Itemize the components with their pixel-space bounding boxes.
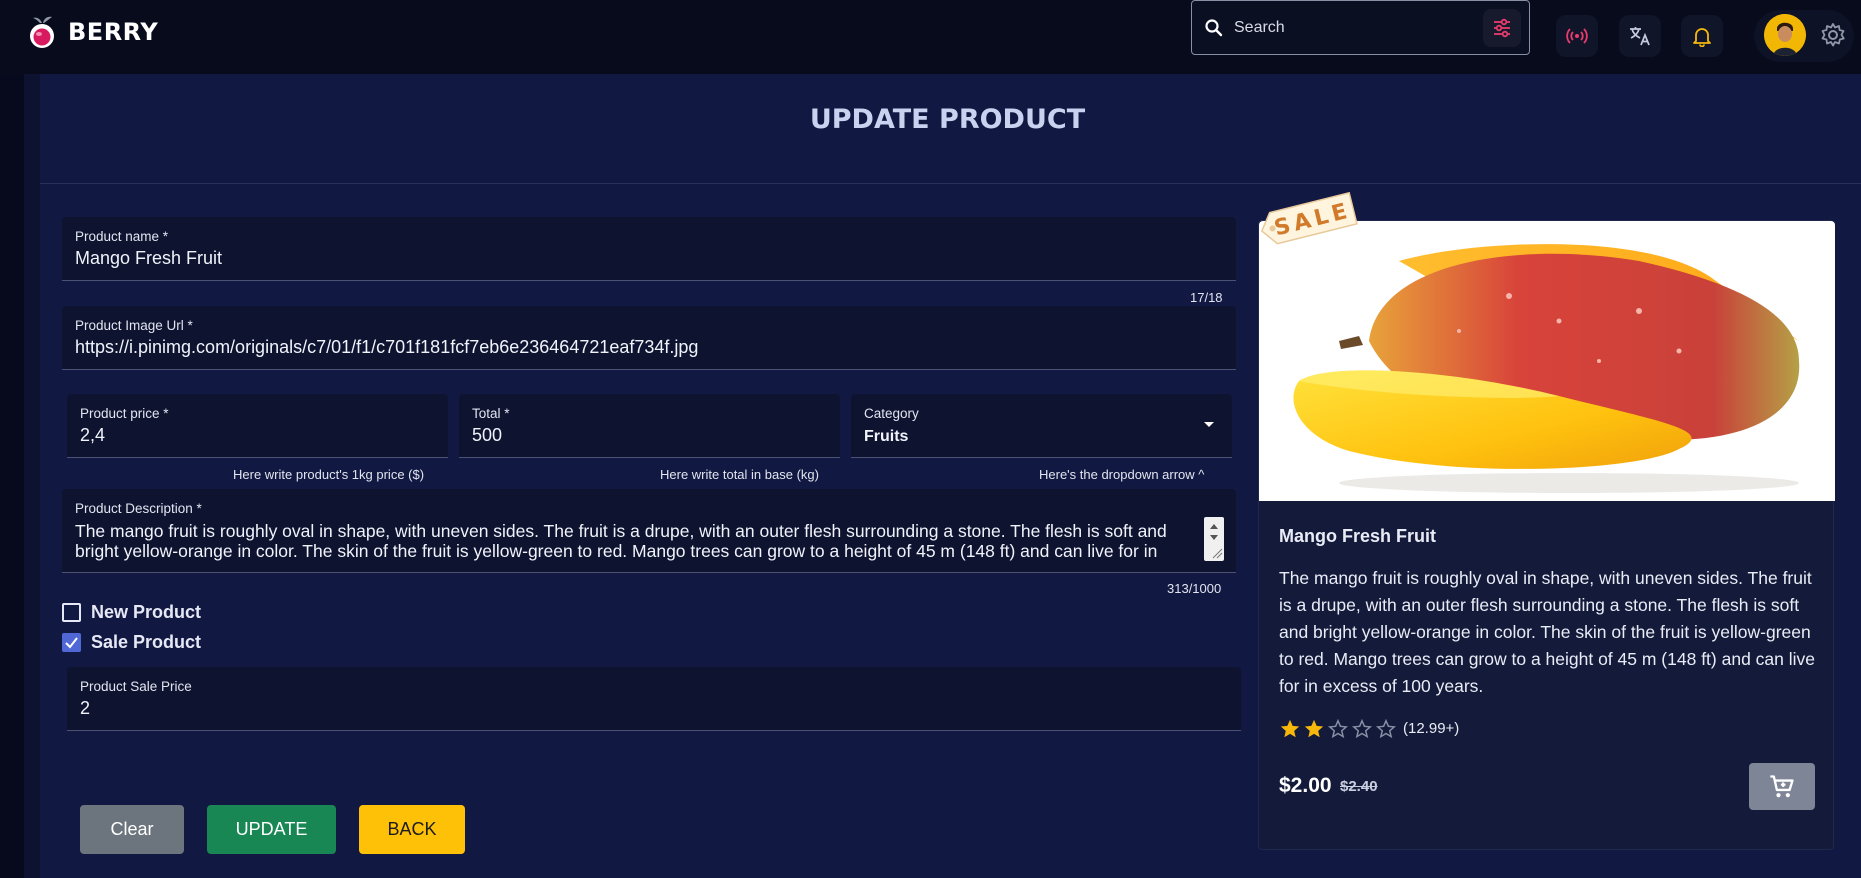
category-label: Category <box>864 406 919 421</box>
search-box[interactable] <box>1191 0 1530 55</box>
product-name-field[interactable]: Product name * Mango Fresh Fruit <box>62 217 1236 281</box>
category-select[interactable]: Category Fruits <box>851 394 1232 458</box>
card-title: Mango Fresh Fruit <box>1279 526 1436 546</box>
brand[interactable]: BERRY <box>26 14 158 50</box>
notifications-button[interactable] <box>1681 15 1723 57</box>
bell-icon <box>1693 28 1711 47</box>
description-scrollbar[interactable] <box>1204 517 1224 561</box>
total-value: 500 <box>472 425 503 445</box>
broadcast-icon <box>1566 28 1588 44</box>
card-description: The mango fruit is roughly oval in shape… <box>1279 568 1815 696</box>
cart-icon <box>1770 774 1794 797</box>
total-label: Total * <box>472 406 510 421</box>
language-button[interactable] <box>1619 15 1661 57</box>
new-product-label: New Product <box>91 602 202 622</box>
update-button[interactable]: UPDATE <box>207 805 336 854</box>
star-empty-icon <box>1327 718 1349 739</box>
sale-price-value: 2 <box>80 698 91 718</box>
avatar[interactable] <box>1764 14 1806 56</box>
total-helper: Here write total in base (kg) <box>660 467 819 482</box>
total-field[interactable]: Total * 500 <box>459 394 840 458</box>
tune-icon <box>1494 18 1510 38</box>
sale-product-checkbox[interactable] <box>62 633 81 652</box>
sidebar-strip <box>24 74 40 878</box>
star-empty-icon <box>1351 718 1373 739</box>
image-url-field[interactable]: Product Image Url * https://i.pinimg.com… <box>62 306 1236 370</box>
translate-icon <box>1630 27 1650 46</box>
product-preview-card: Mango Fresh Fruit The mango fruit is rou… <box>1258 220 1835 850</box>
product-name-value: Mango Fresh Fruit <box>75 248 223 268</box>
scroll-arrows-icon <box>1210 524 1223 559</box>
product-price-value: 2,4 <box>80 425 106 445</box>
product-price-field[interactable]: Product price * 2,4 <box>67 394 448 458</box>
star-filled-icon <box>1280 719 1300 738</box>
title-divider <box>40 183 1861 184</box>
search-icon <box>1205 18 1223 36</box>
product-image <box>1259 221 1835 501</box>
live-button[interactable] <box>1556 15 1598 57</box>
category-value: Fruits <box>864 428 909 445</box>
sale-price: $2.00 <box>1279 774 1332 797</box>
new-product-checkbox[interactable] <box>62 603 81 622</box>
star-empty-icon <box>1375 718 1397 739</box>
checkmark-icon <box>65 637 78 649</box>
top-bar: BERRY <box>0 0 1861 74</box>
clear-button[interactable]: Clear <box>80 805 184 854</box>
image-url-label: Product Image Url * <box>75 318 193 333</box>
description-label: Product Description * <box>75 501 202 516</box>
original-price: $2.40 <box>1340 778 1378 795</box>
dropdown-arrow-icon[interactable] <box>1202 420 1216 430</box>
filter-button[interactable] <box>1483 9 1521 47</box>
sale-price-label: Product Sale Price <box>80 679 192 694</box>
search-input[interactable] <box>1234 18 1454 37</box>
description-counter: 313/1000 <box>1167 581 1222 596</box>
sale-product-checkbox-row[interactable]: Sale Product <box>62 632 201 653</box>
back-button[interactable]: BACK <box>359 805 465 854</box>
product-price-label: Product price * <box>80 406 169 421</box>
product-name-label: Product name * <box>75 229 169 244</box>
sale-price-field[interactable]: Product Sale Price 2 <box>67 667 1241 731</box>
add-to-cart-button[interactable] <box>1749 763 1815 810</box>
brand-name: BERRY <box>68 18 159 46</box>
description-field[interactable]: Product Description * The mango fruit is… <box>62 489 1236 573</box>
category-helper: Here's the dropdown arrow ^ <box>1039 467 1205 482</box>
berry-logo-icon <box>30 16 54 48</box>
rating-stars <box>1279 718 1397 740</box>
new-product-checkbox-row[interactable]: New Product <box>62 602 201 623</box>
user-avatar-icon <box>1764 14 1806 56</box>
price-helper: Here write product's 1kg price ($) <box>233 467 425 482</box>
settings-gear-icon[interactable] <box>1818 20 1848 50</box>
image-url-value: https://i.pinimg.com/originals/c7/01/f1/… <box>75 337 699 357</box>
page-title: UPDATE PRODUCT <box>809 104 1086 135</box>
mango-image <box>1293 244 1800 493</box>
rating-count: (12.99+) <box>1403 720 1460 737</box>
star-filled-icon <box>1304 719 1324 738</box>
description-value[interactable]: The mango fruit is roughly oval in shape… <box>75 521 1187 561</box>
sale-product-label: Sale Product <box>91 632 202 652</box>
product-name-counter: 17/18 <box>1190 290 1223 305</box>
sale-tag-icon: SALE <box>1260 191 1358 245</box>
